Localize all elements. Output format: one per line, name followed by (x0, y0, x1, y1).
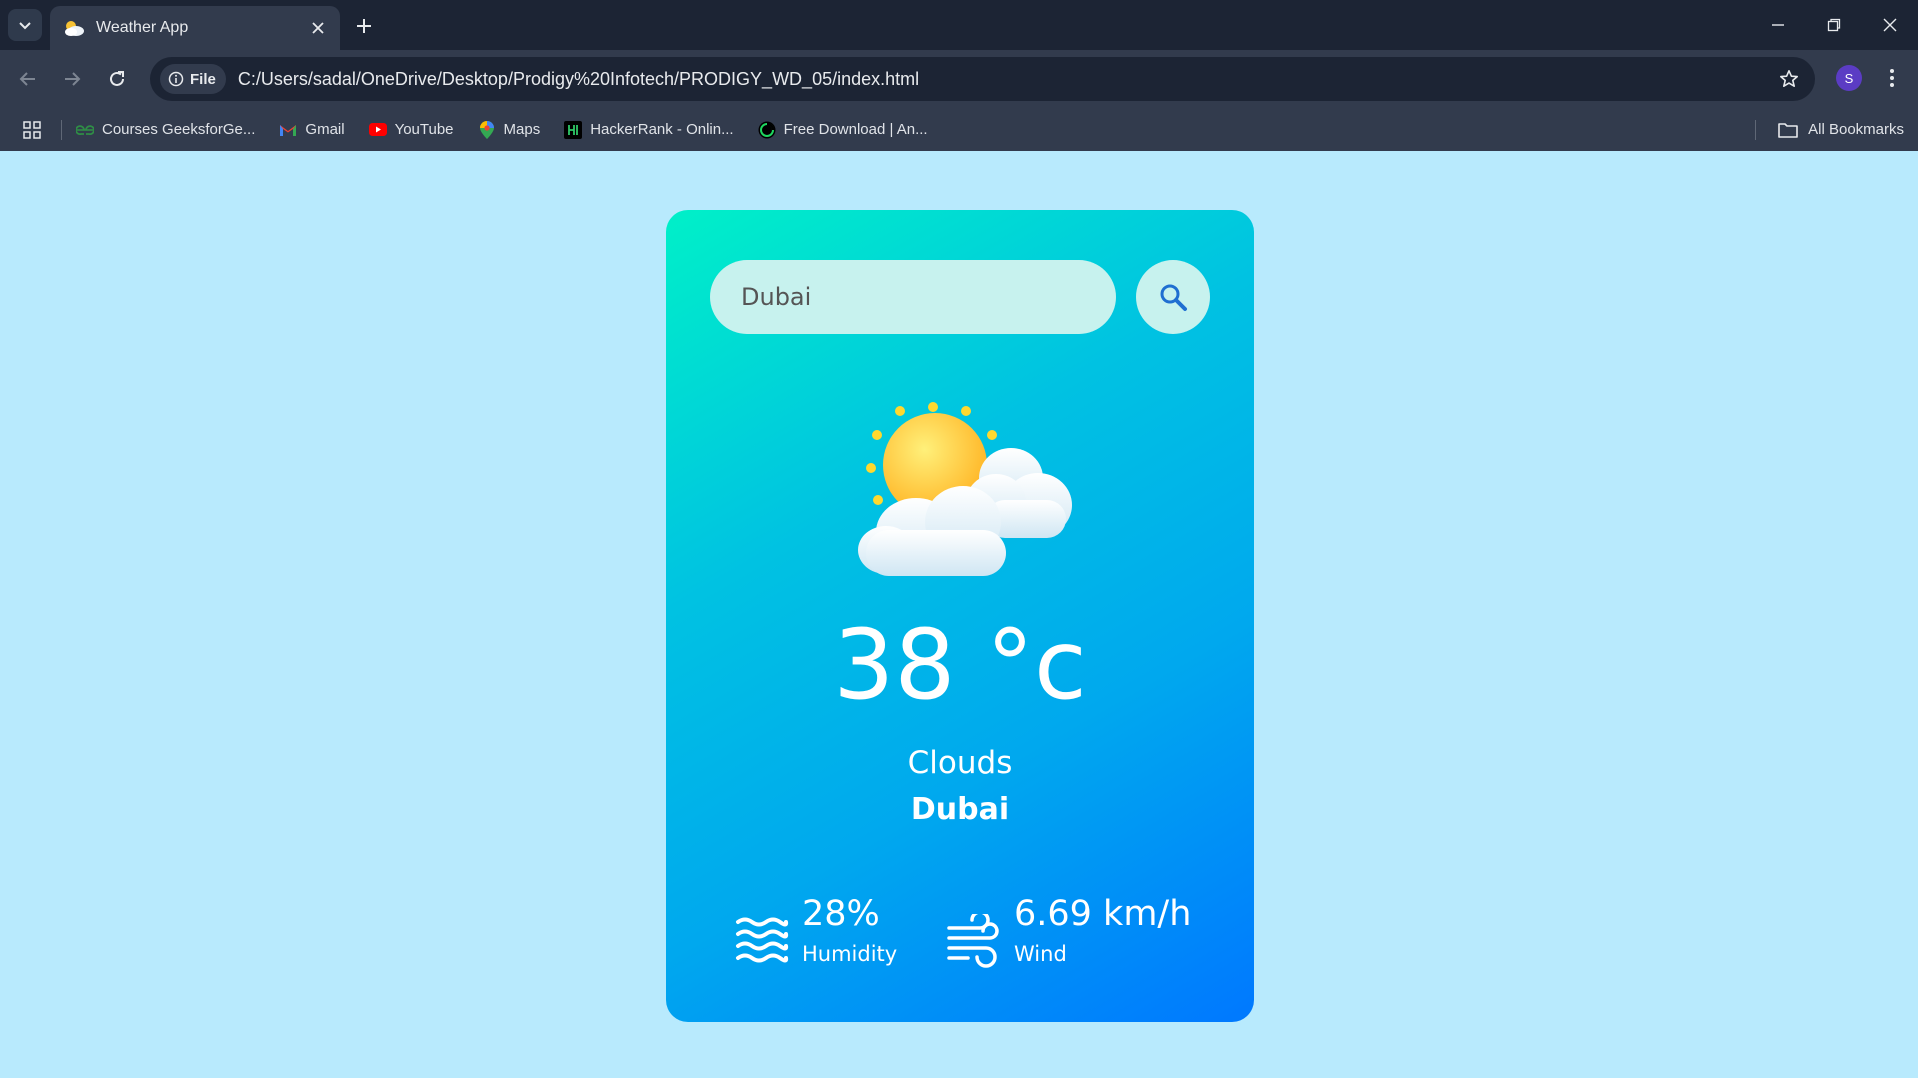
chevron-down-icon (19, 22, 31, 30)
tab-search-button[interactable] (8, 9, 42, 41)
plus-icon (357, 19, 371, 33)
close-icon (1883, 18, 1897, 32)
profile-avatar[interactable]: S (1836, 65, 1862, 91)
browser-menu-button[interactable] (1876, 62, 1908, 94)
folder-icon (1778, 122, 1798, 138)
temperature-value: 38 °c (833, 609, 1087, 721)
search-icon (1160, 284, 1187, 311)
city-name: Dubai (910, 792, 1010, 827)
bookmark-label: HackerRank - Onlin... (590, 121, 734, 138)
minimize-icon (1772, 24, 1784, 26)
city-search-input[interactable] (710, 260, 1116, 334)
url-text[interactable]: C:/Users/sadal/OneDrive/Desktop/Prodigy%… (238, 69, 1769, 90)
weather-card: 38 °c Clouds Dubai 28% Humidity (666, 210, 1254, 1022)
apps-button[interactable] (17, 115, 47, 145)
browser-tab-bar: Weather App (0, 0, 1918, 50)
close-window-button[interactable] (1870, 10, 1910, 40)
bookmarks-bar: Courses GeeksforGe... Gmail YouTube Maps… (0, 108, 1918, 151)
browser-tab-weather-app[interactable]: Weather App (50, 6, 340, 50)
sun-behind-clouds-icon (858, 402, 1072, 576)
bookmark-youtube[interactable]: YouTube (368, 121, 454, 139)
weather-condition: Clouds (907, 745, 1013, 781)
weather-favicon-icon (65, 21, 84, 36)
restore-window-button[interactable] (1814, 10, 1854, 40)
tab-close-button[interactable] (308, 18, 328, 38)
reload-icon (110, 71, 124, 86)
humidity-label: Humidity (802, 942, 898, 966)
address-bar[interactable]: File C:/Users/sadal/OneDrive/Desktop/Pro… (150, 57, 1815, 101)
bookmark-label: Gmail (305, 121, 345, 138)
wind-stat: 6.69 km/h Wind (946, 892, 1191, 970)
browser-toolbar: File C:/Users/sadal/OneDrive/Desktop/Pro… (0, 50, 1918, 108)
tab-title: Weather App (96, 19, 189, 36)
arrow-right-icon (65, 72, 81, 86)
youtube-icon (368, 121, 387, 139)
site-info-chip[interactable]: File (160, 64, 226, 94)
back-button[interactable] (12, 63, 44, 95)
bookmark-maps[interactable]: Maps (478, 120, 541, 139)
search-button[interactable] (1136, 260, 1210, 334)
download-site-icon (758, 121, 776, 139)
all-bookmarks-separator (1755, 120, 1756, 140)
wind-text: 6.69 km/h Wind (1014, 892, 1191, 966)
bookmark-label: Courses GeeksforGe... (102, 121, 256, 138)
humidity-stat: 28% Humidity (734, 892, 897, 970)
reload-button[interactable] (101, 63, 133, 95)
humidity-value: 28% (802, 894, 880, 934)
bookmark-label: Free Download | An... (783, 121, 928, 138)
wind-icon (947, 914, 999, 968)
page-viewport: 38 °c Clouds Dubai 28% Humidity (0, 151, 1918, 1078)
bookmark-geeksforgeeks[interactable]: Courses GeeksforGe... (76, 121, 255, 139)
more-vertical-icon (1890, 69, 1894, 87)
bookmarks-separator (61, 119, 62, 140)
hackerrank-icon (564, 120, 583, 139)
geeksforgeeks-icon (76, 121, 94, 139)
maps-icon (478, 120, 496, 139)
bookmark-label: YouTube (394, 121, 454, 138)
humidity-text: 28% Humidity (802, 892, 897, 966)
forward-button[interactable] (56, 63, 88, 95)
bookmark-hackerrank[interactable]: HackerRank - Onlin... (564, 120, 734, 139)
minimize-window-button[interactable] (1758, 10, 1798, 40)
new-tab-button[interactable] (350, 12, 378, 40)
wind-value: 6.69 km/h (1014, 894, 1192, 934)
arrow-left-icon (19, 72, 35, 86)
all-bookmarks-button[interactable]: All Bookmarks (1778, 108, 1904, 151)
site-chip-label: File (190, 70, 216, 88)
restore-icon (1827, 18, 1841, 32)
close-icon (312, 22, 324, 34)
all-bookmarks-label: All Bookmarks (1808, 121, 1904, 138)
bookmark-star-button[interactable] (1769, 59, 1809, 99)
humidity-waves-icon (736, 917, 789, 963)
info-icon (168, 71, 184, 87)
star-icon (1780, 70, 1798, 87)
apps-grid-icon (23, 120, 41, 139)
gmail-icon (279, 121, 297, 139)
bookmark-gmail[interactable]: Gmail (279, 121, 345, 139)
bookmark-free-download[interactable]: Free Download | An... (758, 121, 928, 139)
bookmark-label: Maps (503, 121, 541, 138)
wind-label: Wind (1014, 942, 1067, 966)
